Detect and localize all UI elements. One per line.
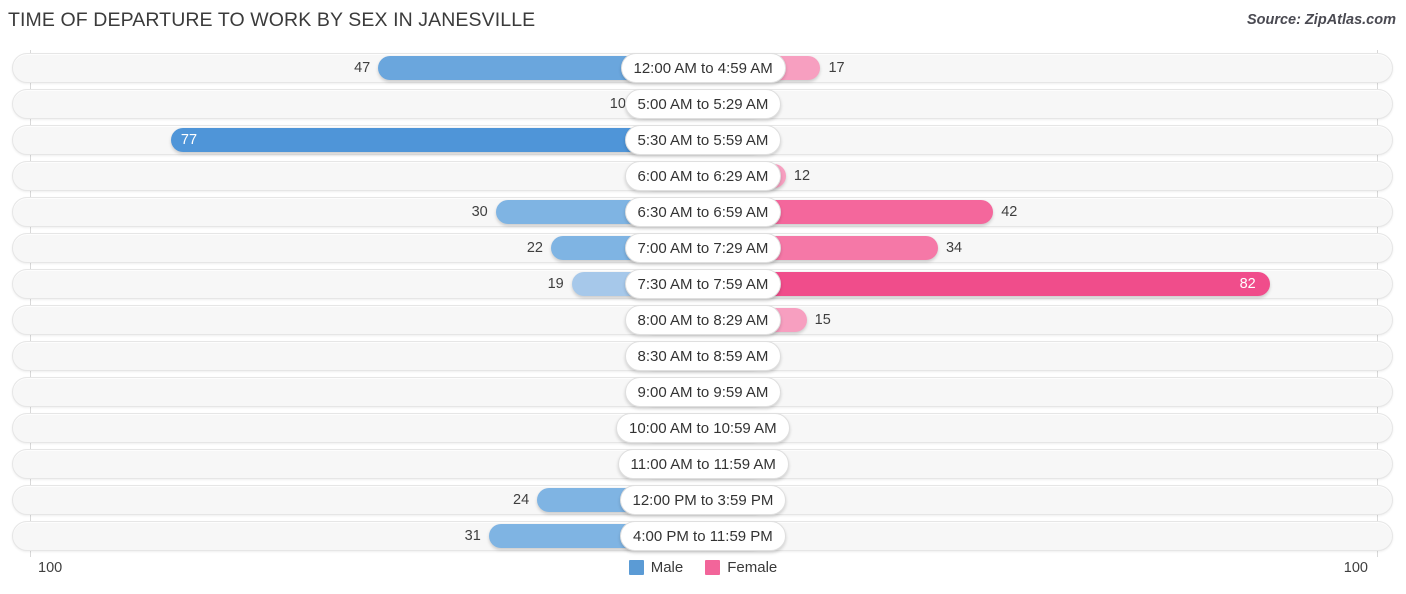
table-row[interactable]: 22 34 7:00 AM to 7:29 AM [12, 233, 1393, 263]
category-label: 11:00 AM to 11:59 AM [617, 449, 789, 479]
bar-value-male: 19 [547, 276, 564, 292]
table-row[interactable]: 8158:00 AM to 8:29 AM [12, 305, 1393, 335]
category-label: 9:00 AM to 9:59 AM [624, 377, 782, 407]
bar-value-male: 77 [180, 132, 198, 148]
category-label: 5:30 AM to 5:59 AM [624, 125, 782, 155]
bar-value-female: 34 [945, 240, 963, 256]
table-row[interactable]: 7745:30 AM to 5:59 AM [12, 125, 1393, 155]
bar-value-male: 30 [471, 204, 488, 220]
category-label: 6:30 AM to 6:59 AM [624, 197, 782, 227]
bar-male[interactable] [170, 128, 703, 152]
category-label: 8:00 AM to 8:29 AM [624, 305, 782, 335]
category-label: 8:30 AM to 8:59 AM [624, 341, 782, 371]
table-row[interactable]: 1025:00 AM to 5:29 AM [12, 89, 1393, 119]
table-row[interactable]: 0011:00 AM to 11:59 AM [12, 449, 1393, 479]
category-label: 5:00 AM to 5:29 AM [624, 89, 782, 119]
bar-value-female: 82 [1239, 276, 1256, 292]
bar-value-male: 47 [354, 60, 371, 76]
chart-legend: Male Female [0, 559, 1406, 576]
chart-header: TIME OF DEPARTURE TO WORK BY SEX IN JANE… [0, 0, 1406, 44]
legend-swatch-male [628, 560, 644, 575]
legend-label-male: Male [650, 559, 684, 576]
bar-female[interactable] [703, 272, 1270, 296]
table-row[interactable]: 2310:00 AM to 10:59 AM [12, 413, 1393, 443]
table-row[interactable]: 499:00 AM to 9:59 AM [12, 377, 1393, 407]
bar-value-female: 12 [793, 168, 811, 184]
legend-item-female[interactable]: Female [705, 559, 777, 576]
table-row[interactable]: 19 82 7:30 AM to 7:59 AM [12, 269, 1393, 299]
category-label: 7:00 AM to 7:29 AM [624, 233, 782, 263]
table-row[interactable]: 30 42 6:30 AM to 6:59 AM [12, 197, 1393, 227]
category-label: 7:30 AM to 7:59 AM [624, 269, 782, 299]
bar-value-female: 15 [814, 312, 831, 328]
category-label: 12:00 AM to 4:59 AM [620, 53, 786, 83]
table-row[interactable]: 068:30 AM to 8:59 AM [12, 341, 1393, 371]
category-label: 6:00 AM to 6:29 AM [624, 161, 782, 191]
source-attribution: Source: ZipAtlas.com [1246, 12, 1396, 28]
chart-footer: 100 100 Male Female [0, 556, 1406, 594]
bar-value-male: 10 [609, 96, 626, 112]
table-row[interactable]: 8126:00 AM to 6:29 AM [12, 161, 1393, 191]
table-row[interactable]: 3164:00 PM to 11:59 PM [12, 521, 1393, 551]
bar-value-male: 31 [464, 528, 481, 544]
bar-value-male: 24 [513, 492, 530, 508]
category-label: 4:00 PM to 11:59 PM [620, 521, 786, 551]
table-row[interactable]: 47 17 12:00 AM to 4:59 AM [12, 53, 1393, 83]
bar-value-female: 42 [1001, 204, 1018, 220]
category-label: 12:00 PM to 3:59 PM [619, 485, 787, 515]
bar-value-female: 17 [828, 60, 845, 76]
legend-label-female: Female [727, 559, 778, 576]
legend-item-male[interactable]: Male [628, 559, 684, 576]
bar-value-male: 22 [526, 240, 543, 256]
chart-plot-area: 47 17 12:00 AM to 4:59 AM 1025:00 AM to 5:2… [0, 50, 1406, 557]
table-row[interactable]: 24912:00 PM to 3:59 PM [12, 485, 1393, 515]
page-title: TIME OF DEPARTURE TO WORK BY SEX IN JANE… [8, 9, 536, 31]
legend-swatch-female [705, 560, 721, 575]
category-label: 10:00 AM to 10:59 AM [616, 413, 790, 443]
